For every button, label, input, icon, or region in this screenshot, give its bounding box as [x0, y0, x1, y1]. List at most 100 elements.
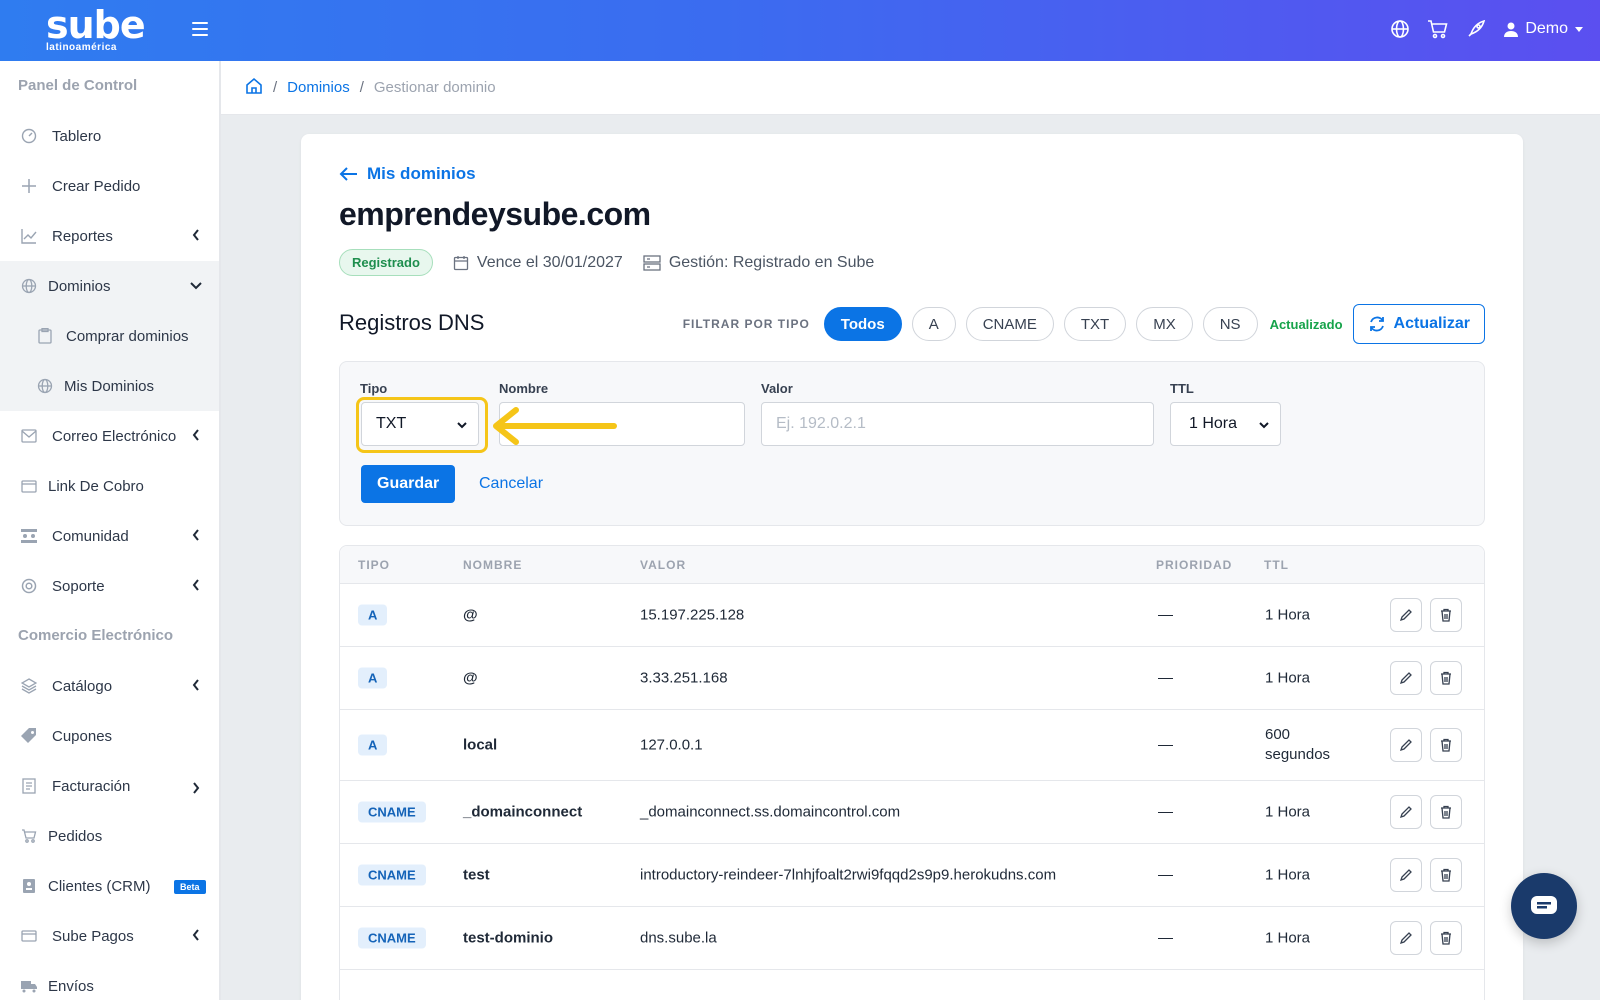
- invoice-icon: [20, 777, 38, 795]
- sidebar-item-label: Sube Pagos: [52, 927, 134, 945]
- delete-button[interactable]: [1430, 598, 1462, 632]
- column-header-type: TIPO: [358, 557, 391, 572]
- hamburger-menu-icon[interactable]: [192, 22, 208, 38]
- breadcrumb-link-dominios[interactable]: Dominios: [287, 79, 350, 96]
- sidebar-item-link-de-cobro[interactable]: Link De Cobro: [0, 461, 219, 511]
- sidebar-item-dominios[interactable]: Dominios: [0, 261, 219, 311]
- sidebar-item-comunidad[interactable]: Comunidad: [0, 511, 219, 561]
- chat-support-button[interactable]: [1511, 873, 1577, 939]
- user-menu[interactable]: Demo: [1503, 20, 1584, 38]
- sidebar-item-clientes[interactable]: Clientes (CRM) Beta: [0, 861, 219, 911]
- sidebar-item-crear-pedido[interactable]: Crear Pedido: [0, 161, 219, 211]
- record-type-badge: CNAME: [358, 864, 426, 886]
- record-ttl: 1 Hora: [1265, 606, 1311, 624]
- sidebar-item-envios[interactable]: Envíos: [0, 961, 219, 1000]
- home-icon[interactable]: [245, 77, 263, 99]
- sidebar-item-reportes[interactable]: Reportes: [0, 211, 219, 261]
- delete-button[interactable]: [1430, 728, 1462, 762]
- record-priority: —: [1158, 736, 1173, 754]
- chat-icon: [1531, 896, 1557, 914]
- globe-icon[interactable]: [1389, 18, 1411, 40]
- sidebar-section-title: Panel de Control: [18, 77, 138, 94]
- cart-icon[interactable]: [1427, 18, 1449, 40]
- pencil-icon: [1399, 869, 1412, 882]
- card-icon: [20, 927, 38, 945]
- cancel-button[interactable]: Cancelar: [479, 465, 543, 503]
- record-ttl: 1 Hora: [1265, 803, 1311, 821]
- sidebar-item-comprar-dominios[interactable]: Comprar dominios: [0, 311, 219, 361]
- record-ttl: 600 segundos: [1265, 726, 1331, 763]
- highlight-box: [356, 397, 488, 453]
- sidebar-item-tablero[interactable]: Tablero: [0, 111, 219, 161]
- sidebar-item-sube-pagos[interactable]: Sube Pagos: [0, 911, 219, 961]
- table-row: CNAME _domainconnect _domainconnect.ss.d…: [340, 781, 1484, 844]
- record-name: _domainconnect: [463, 803, 583, 821]
- sube-logo[interactable]: sube latinoamérica: [46, 3, 146, 56]
- filter-chip-todos[interactable]: Todos: [823, 307, 902, 341]
- sidebar-item-soporte[interactable]: Soporte: [0, 561, 219, 611]
- filter-label: FILTRAR POR TIPO: [682, 317, 810, 331]
- record-value: 127.0.0.1: [640, 736, 703, 754]
- management-info: Gestión: Registrado en Sube: [668, 253, 875, 271]
- sidebar-item-correo[interactable]: Correo Electrónico: [0, 411, 219, 461]
- breadcrumb-current: Gestionar dominio: [373, 79, 496, 96]
- user-icon: [1504, 22, 1519, 37]
- chevron-left-icon: [192, 529, 199, 541]
- sidebar-item-label: Correo Electrónico: [52, 427, 177, 445]
- edit-button[interactable]: [1390, 661, 1422, 695]
- logo-text: sube: [46, 3, 146, 47]
- filter-chip-cname[interactable]: CNAME: [965, 307, 1054, 341]
- domain-name-title: emprendeysube.com: [339, 196, 651, 232]
- edit-button[interactable]: [1390, 921, 1422, 955]
- lifebuoy-icon: [20, 577, 38, 595]
- sidebar-item-cupones[interactable]: Cupones: [0, 711, 219, 761]
- trash-icon: [1441, 671, 1451, 685]
- delete-button[interactable]: [1430, 921, 1462, 955]
- ttl-select[interactable]: 1 Hora: [1170, 402, 1281, 446]
- back-to-domains-link[interactable]: Mis dominios: [339, 164, 476, 184]
- arrow-left-annotation-icon: [493, 407, 617, 445]
- record-ttl: 1 Hora: [1265, 669, 1311, 687]
- tag-icon: [20, 727, 38, 745]
- dns-section-title: Registros DNS: [339, 310, 485, 335]
- edit-button[interactable]: [1390, 795, 1422, 829]
- chevron-left-icon: [192, 579, 199, 591]
- filter-chip-ns[interactable]: NS: [1202, 307, 1258, 341]
- sidebar-item-pedidos[interactable]: Pedidos: [0, 811, 219, 861]
- cart-icon: [20, 827, 38, 845]
- sidebar-item-label: Clientes (CRM): [48, 877, 151, 895]
- column-header-priority: PRIORIDAD: [1156, 557, 1233, 572]
- sidebar-item-label: Cupones: [52, 727, 113, 745]
- record-priority: —: [1158, 803, 1173, 821]
- sidebar-item-facturacion[interactable]: Facturación: [0, 761, 219, 811]
- trash-icon: [1441, 805, 1451, 819]
- value-input[interactable]: Ej. 192.0.2.1: [761, 402, 1154, 446]
- sidebar-item-mis-dominios[interactable]: Mis Dominios: [0, 361, 219, 411]
- sidebar-item-label: Envíos: [48, 977, 94, 995]
- filter-chip-mx[interactable]: MX: [1136, 307, 1193, 341]
- trash-icon: [1441, 608, 1451, 622]
- trash-icon: [1441, 931, 1451, 945]
- delete-button[interactable]: [1430, 795, 1462, 829]
- refresh-button[interactable]: Actualizar: [1352, 304, 1485, 344]
- record-type-badge: A: [358, 734, 388, 756]
- sidebar-item-label: Dominios: [48, 277, 111, 295]
- add-record-form: Tipo TXT Nombre Valor Ej. 192.0.2.1 TTL …: [339, 361, 1485, 526]
- delete-button[interactable]: [1430, 661, 1462, 695]
- record-priority: —: [1158, 866, 1173, 884]
- edit-button[interactable]: [1390, 598, 1422, 632]
- filter-chip-a[interactable]: A: [911, 307, 956, 341]
- column-header-ttl: TTL: [1264, 557, 1289, 572]
- delete-button[interactable]: [1430, 858, 1462, 892]
- table-row: A @ 15.197.225.128 — 1 Hora: [340, 584, 1484, 647]
- save-button[interactable]: Guardar: [361, 465, 456, 503]
- edit-button[interactable]: [1390, 728, 1422, 762]
- sidebar-item-catalogo[interactable]: Catálogo: [0, 661, 219, 711]
- domain-meta: Registrado Vence el 30/01/2027 Gestión: …: [339, 249, 874, 276]
- rocket-icon[interactable]: [1465, 18, 1487, 40]
- table-row: CNAME test introductory-reindeer-7lnhjfo…: [340, 844, 1484, 907]
- edit-button[interactable]: [1390, 858, 1422, 892]
- record-priority: —: [1158, 929, 1173, 947]
- pencil-icon: [1399, 609, 1412, 622]
- filter-chip-txt[interactable]: TXT: [1063, 307, 1127, 341]
